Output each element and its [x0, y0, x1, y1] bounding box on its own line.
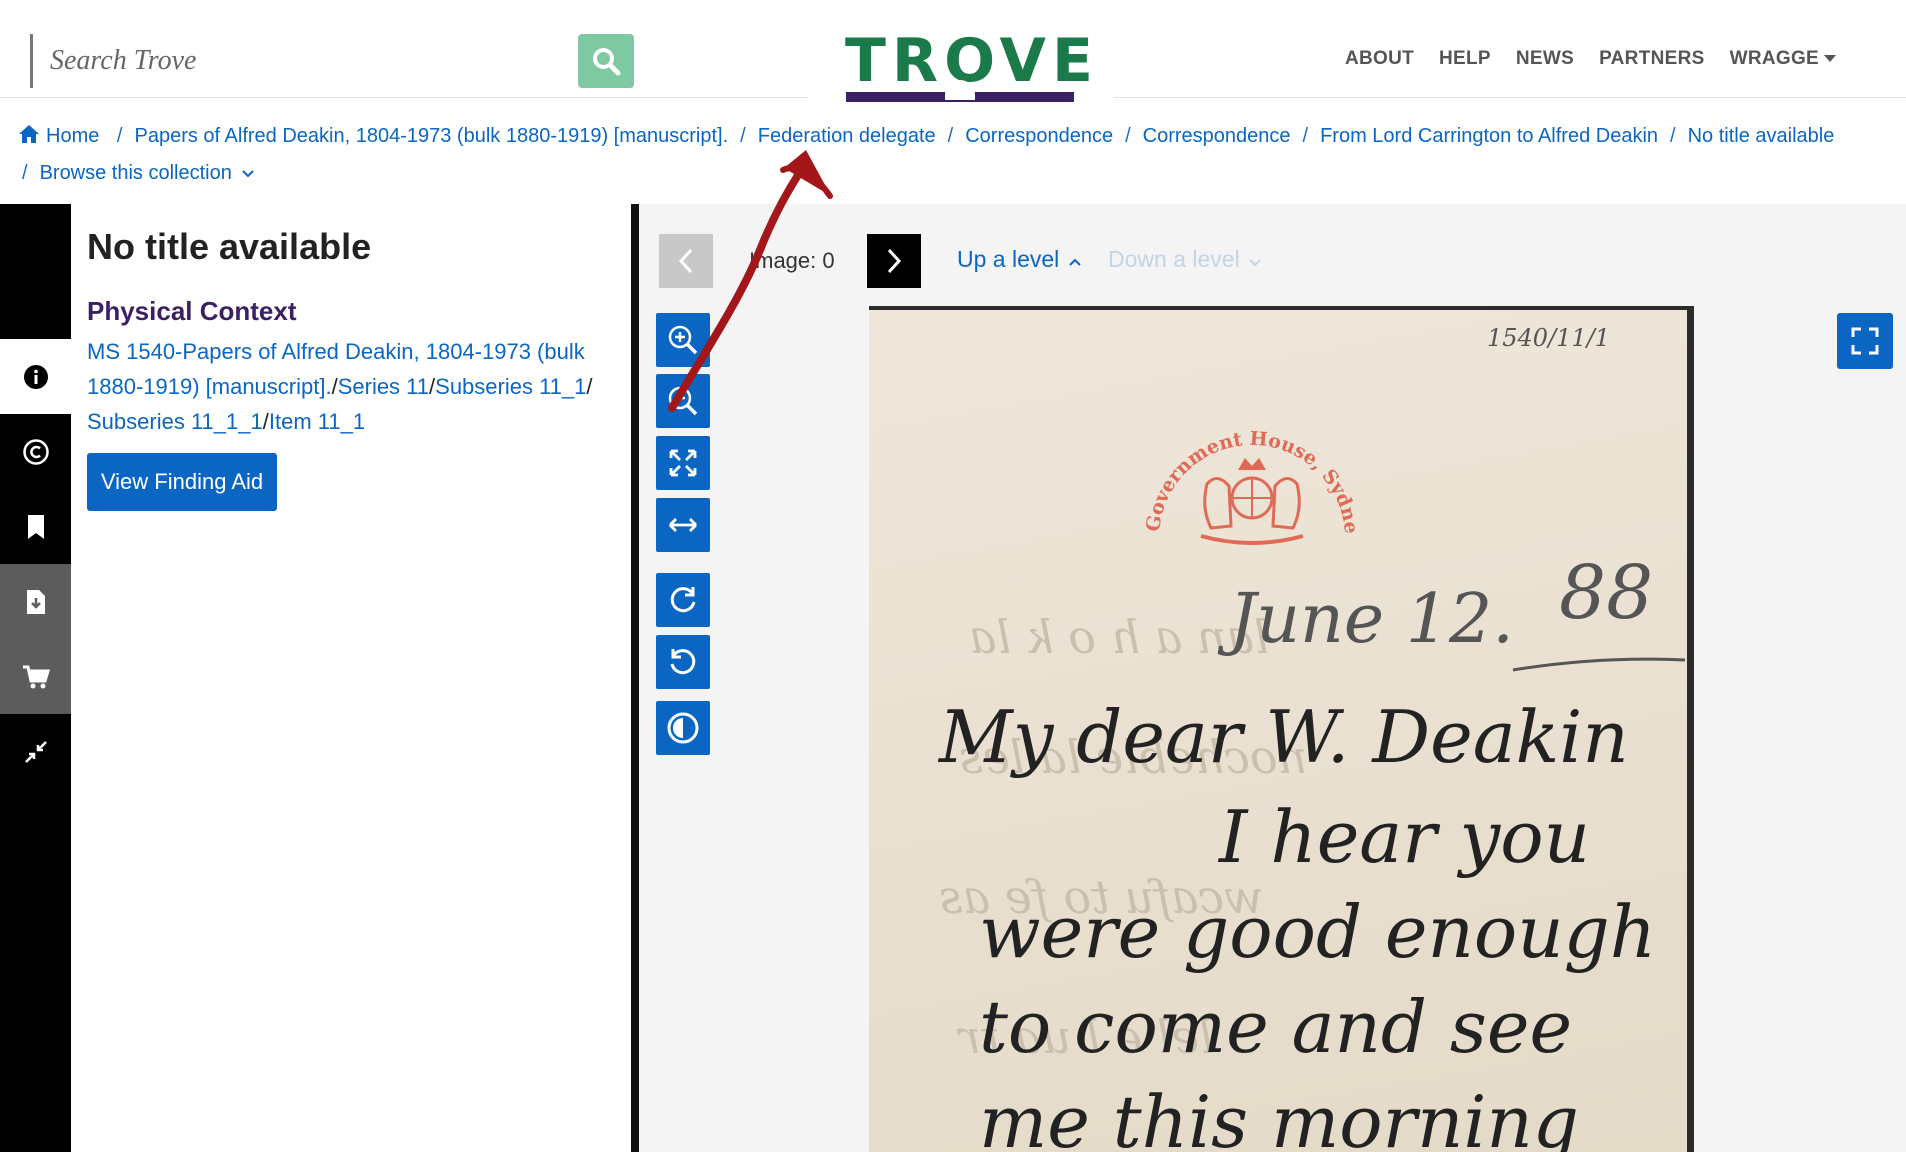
chevron-left-icon [678, 248, 693, 274]
fullscreen-button[interactable] [1837, 313, 1893, 369]
trove-logo[interactable]: TROVE [845, 28, 1093, 104]
bleed-through-text: lan a h o k la [969, 610, 1269, 664]
up-a-level-link[interactable]: Up a level [957, 246, 1081, 273]
download-file-icon [26, 589, 45, 614]
search-box [30, 34, 634, 88]
browse-collection-toggle[interactable]: Browse this collection [40, 162, 256, 184]
fullscreen-icon [1851, 327, 1879, 355]
context-link-item[interactable]: Item 11_1 [269, 409, 365, 434]
main-nav: ABOUT HELP NEWS PARTNERS WRAGGE [1345, 48, 1836, 70]
year-underline [1512, 657, 1686, 672]
expand-arrows-icon [669, 449, 697, 477]
up-a-level-label: Up a level [957, 246, 1060, 272]
rotate-left-icon [670, 649, 696, 675]
physical-context-heading: Physical Context [87, 296, 297, 326]
zoom-in-button[interactable] [656, 313, 710, 367]
compress-icon [24, 740, 47, 763]
caret-down-icon [1824, 55, 1836, 63]
info-tab[interactable] [0, 339, 71, 414]
letter-line: me this morning [979, 1080, 1579, 1152]
letter-line: I hear you [1219, 795, 1590, 879]
breadcrumb-federation-delegate[interactable]: Federation delegate [758, 125, 936, 147]
rotate-right-icon [670, 587, 696, 613]
nav-news[interactable]: NEWS [1516, 48, 1574, 70]
fit-to-page-button[interactable] [656, 436, 710, 490]
letter-date: June 12. [1229, 580, 1514, 659]
zoom-out-button[interactable] [656, 374, 710, 428]
fit-width-button[interactable] [656, 498, 710, 552]
info-panel: No title available Physical Context MS 1… [71, 204, 631, 1152]
search-icon [593, 48, 621, 76]
site-header: TROVE ABOUT HELP NEWS PARTNERS WRAGGE [0, 0, 1906, 102]
breadcrumb-correspondence-sub[interactable]: Correspondence [1143, 125, 1291, 147]
panel-divider[interactable] [631, 204, 639, 1152]
rotate-right-button[interactable] [656, 573, 710, 627]
physical-context: MS 1540-Papers of Alfred Deakin, 1804-19… [87, 339, 593, 434]
breadcrumb-current[interactable]: No title available [1688, 125, 1835, 147]
letter-line: were good enough [979, 890, 1657, 974]
nav-help[interactable]: HELP [1439, 48, 1491, 70]
breadcrumb-separator: / [1302, 125, 1309, 147]
government-house-crest: Government House, Sydney [1141, 418, 1362, 545]
breadcrumb-separator: / [22, 162, 28, 184]
letter-year: 88 [1559, 550, 1654, 636]
chevron-up-icon [1068, 258, 1081, 266]
breadcrumb-separator: / [116, 125, 123, 147]
context-link-subseries[interactable]: Subseries 11_1 [435, 374, 586, 399]
search-divider [30, 34, 33, 88]
nav-user-menu[interactable]: WRAGGE [1730, 48, 1836, 70]
download-tab[interactable] [0, 564, 71, 639]
nav-user-label: WRAGGE [1729, 48, 1819, 69]
collapse-panel-tab[interactable] [0, 714, 71, 789]
search-input[interactable] [42, 38, 572, 84]
record-title: No title available [87, 226, 372, 267]
breadcrumb-separator: / [1125, 125, 1131, 147]
nav-about[interactable]: ABOUT [1345, 48, 1414, 70]
contrast-button[interactable] [656, 701, 710, 755]
contrast-icon [667, 712, 699, 744]
breadcrumb-home-label: Home [46, 125, 100, 147]
breadcrumb: Home / Papers of Alfred Deakin, 1804-1973… [18, 118, 1888, 192]
info-icon [23, 364, 48, 389]
order-copy-tab[interactable] [0, 639, 71, 714]
side-toolbar [0, 204, 71, 1152]
next-image-button[interactable] [867, 234, 921, 288]
horizontal-arrows-icon [669, 518, 697, 532]
rotate-left-button[interactable] [656, 635, 710, 689]
context-link-subseries-2[interactable]: Subseries 11_1_1 [87, 409, 263, 434]
breadcrumb-separator: / [1670, 125, 1676, 147]
breadcrumb-collection[interactable]: Papers of Alfred Deakin, 1804-1973 (bulk… [134, 125, 728, 147]
breadcrumb-home[interactable]: Home [18, 125, 105, 147]
image-counter: Image: 0 [749, 248, 835, 273]
zoom-in-icon [668, 325, 698, 355]
breadcrumb-separator: / [740, 125, 746, 147]
letter-line: My dear W. Deakin [939, 695, 1629, 779]
breadcrumb-letter[interactable]: From Lord Carrington to Alfred Deakin [1320, 125, 1658, 147]
nav-partners[interactable]: PARTNERS [1599, 48, 1705, 70]
bookmark-tab[interactable] [0, 489, 71, 564]
chevron-down-icon [1249, 259, 1261, 267]
copyright-tab[interactable] [0, 414, 71, 489]
image-viewer: Image: 0 Up a level Down a level lan a h… [639, 204, 1906, 1152]
home-icon [19, 125, 39, 143]
chevron-down-icon [242, 170, 255, 178]
manuscript-image[interactable]: lan a h o k la nocheble la les wcafu to … [869, 306, 1694, 1152]
browse-collection-label: Browse this collection [39, 162, 232, 184]
chevron-right-icon [887, 248, 902, 274]
copyright-icon [22, 438, 49, 465]
breadcrumb-correspondence[interactable]: Correspondence [965, 125, 1113, 147]
previous-image-button[interactable] [659, 234, 713, 288]
down-a-level-link: Down a level [1108, 246, 1261, 273]
bookmark-icon [27, 514, 44, 539]
down-a-level-label: Down a level [1108, 246, 1240, 272]
archive-reference: 1540/11/1 [1487, 324, 1611, 352]
zoom-out-icon [668, 386, 698, 416]
search-button[interactable] [578, 34, 634, 88]
context-link-series[interactable]: Series 11 [338, 374, 429, 399]
view-finding-aid-button[interactable]: View Finding Aid [87, 453, 277, 511]
letter-line: to come and see [979, 985, 1573, 1069]
breadcrumb-separator: / [947, 125, 954, 147]
shopping-cart-icon [22, 665, 50, 688]
